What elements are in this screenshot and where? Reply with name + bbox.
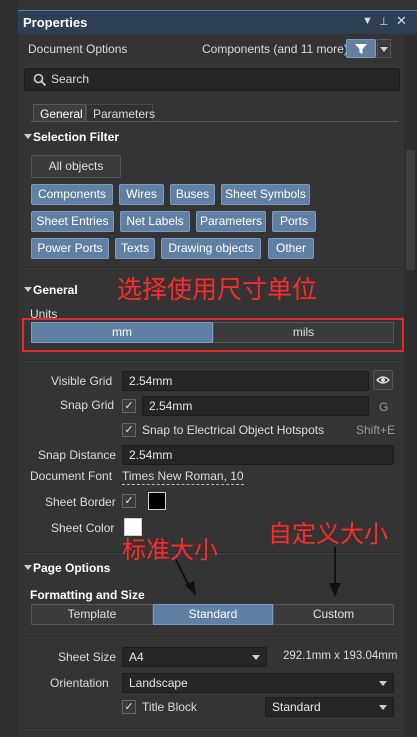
sheet-size-label: Sheet Size bbox=[58, 650, 117, 664]
format-standard-tab[interactable]: Standard bbox=[153, 604, 273, 625]
filter-chip-power-ports[interactable]: Power Ports bbox=[31, 238, 109, 259]
title-block-label: Title Block bbox=[142, 700, 197, 714]
filter-chip-sheet-entries[interactable]: Sheet Entries bbox=[31, 211, 114, 232]
all-objects-button[interactable]: All objects bbox=[31, 155, 121, 178]
pin-icon[interactable]: ⊥ bbox=[379, 15, 389, 28]
filter-icon bbox=[355, 44, 367, 54]
sheet-size-dimensions: 292.1mm x 193.04mm bbox=[283, 650, 398, 662]
document-font-link[interactable]: Times New Roman, 10 bbox=[122, 469, 244, 485]
search-icon bbox=[33, 73, 47, 87]
section-divider bbox=[24, 267, 398, 269]
filter-dropdown-button[interactable] bbox=[377, 39, 391, 58]
object-type-label: Components (and 11 more) bbox=[202, 42, 348, 56]
chevron-down-icon bbox=[252, 655, 260, 660]
title-block-select[interactable]: Standard bbox=[265, 697, 394, 717]
menu-dropdown-icon[interactable]: ▼ bbox=[362, 15, 373, 27]
snap-hotspots-checkbox[interactable]: ✓ bbox=[122, 423, 136, 437]
filter-chip-sheet-symbols[interactable]: Sheet Symbols bbox=[221, 184, 310, 205]
formatting-size-label: Formatting and Size bbox=[30, 588, 145, 602]
filter-chip-ports[interactable]: Ports bbox=[272, 211, 316, 232]
tab-general[interactable]: General bbox=[33, 104, 86, 121]
sheet-size-value: A4 bbox=[129, 650, 144, 664]
filter-chip-drawing-objects[interactable]: Drawing objects bbox=[161, 238, 261, 259]
snap-grid-label: Snap Grid bbox=[60, 398, 115, 412]
panel-title: Properties bbox=[23, 15, 88, 30]
sheet-size-select[interactable]: A4 bbox=[122, 647, 267, 667]
orientation-value: Landscape bbox=[129, 676, 188, 690]
close-icon[interactable]: ✕ bbox=[396, 13, 407, 29]
search-placeholder: Search bbox=[51, 72, 90, 86]
section-divider bbox=[24, 728, 398, 730]
filter-chip-other[interactable]: Other bbox=[268, 238, 314, 259]
collapse-selection-filter-icon[interactable] bbox=[24, 134, 32, 139]
tab-parameters[interactable]: Parameters bbox=[86, 104, 155, 121]
annotation-custom-text: 自定义大小 bbox=[268, 520, 388, 548]
snap-grid-field[interactable]: 2.54mm bbox=[142, 396, 369, 416]
collapse-page-options-icon[interactable] bbox=[24, 565, 32, 570]
document-font-label: Document Font bbox=[30, 469, 113, 483]
sheet-border-label: Sheet Border bbox=[45, 495, 116, 509]
snap-hotspots-label: Snap to Electrical Object Hotspots bbox=[142, 423, 325, 437]
snap-hotspots-shortcut: Shift+E bbox=[356, 423, 396, 437]
sheet-color-label: Sheet Color bbox=[51, 521, 115, 535]
orientation-select[interactable]: Landscape bbox=[122, 673, 394, 693]
visible-grid-field[interactable]: 2.54mm bbox=[122, 371, 369, 391]
collapse-general-icon[interactable] bbox=[24, 287, 32, 292]
eye-icon bbox=[376, 376, 390, 384]
scrollbar-thumb[interactable] bbox=[406, 150, 415, 270]
general-header[interactable]: General bbox=[33, 283, 78, 297]
visible-grid-toggle-button[interactable] bbox=[373, 370, 393, 390]
left-dock-strip bbox=[0, 0, 19, 737]
sheet-border-checkbox[interactable]: ✓ bbox=[122, 494, 136, 508]
snap-distance-field[interactable]: 2.54mm bbox=[122, 445, 394, 465]
sheet-border-color-swatch[interactable] bbox=[148, 492, 166, 510]
document-options-label: Document Options bbox=[28, 42, 128, 56]
tab-underline bbox=[30, 121, 398, 122]
filter-chip-buses[interactable]: Buses bbox=[170, 184, 215, 205]
filter-button[interactable] bbox=[346, 39, 376, 58]
title-block-checkbox[interactable]: ✓ bbox=[122, 700, 136, 714]
chevron-down-icon bbox=[380, 47, 388, 52]
search-input[interactable]: Search bbox=[24, 68, 400, 91]
chevron-down-icon bbox=[379, 681, 387, 686]
panel-title-bar[interactable]: Properties ▼ ⊥ ✕ bbox=[18, 10, 417, 34]
snap-grid-checkbox[interactable]: ✓ bbox=[122, 399, 136, 413]
annotation-units-text: 选择使用尺寸单位 bbox=[117, 275, 318, 304]
format-template-tab[interactable]: Template bbox=[31, 604, 153, 625]
selection-filter-header[interactable]: Selection Filter bbox=[33, 130, 119, 144]
section-divider bbox=[24, 360, 398, 362]
filter-chip-wires[interactable]: Wires bbox=[119, 184, 164, 205]
panel-scrollbar[interactable] bbox=[404, 36, 417, 737]
filter-chip-texts[interactable]: Texts bbox=[115, 238, 155, 259]
orientation-label: Orientation bbox=[50, 676, 109, 690]
format-custom-tab[interactable]: Custom bbox=[273, 604, 394, 625]
filter-chip-net-labels[interactable]: Net Labels bbox=[120, 211, 190, 232]
filter-chip-components[interactable]: Components bbox=[31, 184, 113, 205]
title-block-value: Standard bbox=[272, 700, 321, 714]
annotation-units-highlight bbox=[22, 318, 404, 352]
visible-grid-label: Visible Grid bbox=[51, 374, 113, 388]
section-divider bbox=[24, 636, 398, 638]
annotation-standard-text: 标准大小 bbox=[122, 536, 218, 564]
filter-chip-parameters[interactable]: Parameters bbox=[196, 211, 266, 232]
page-options-header[interactable]: Page Options bbox=[33, 561, 110, 575]
snap-distance-label: Snap Distance bbox=[38, 448, 117, 462]
snap-grid-shortcut: G bbox=[379, 400, 389, 414]
chevron-down-icon bbox=[379, 705, 387, 710]
